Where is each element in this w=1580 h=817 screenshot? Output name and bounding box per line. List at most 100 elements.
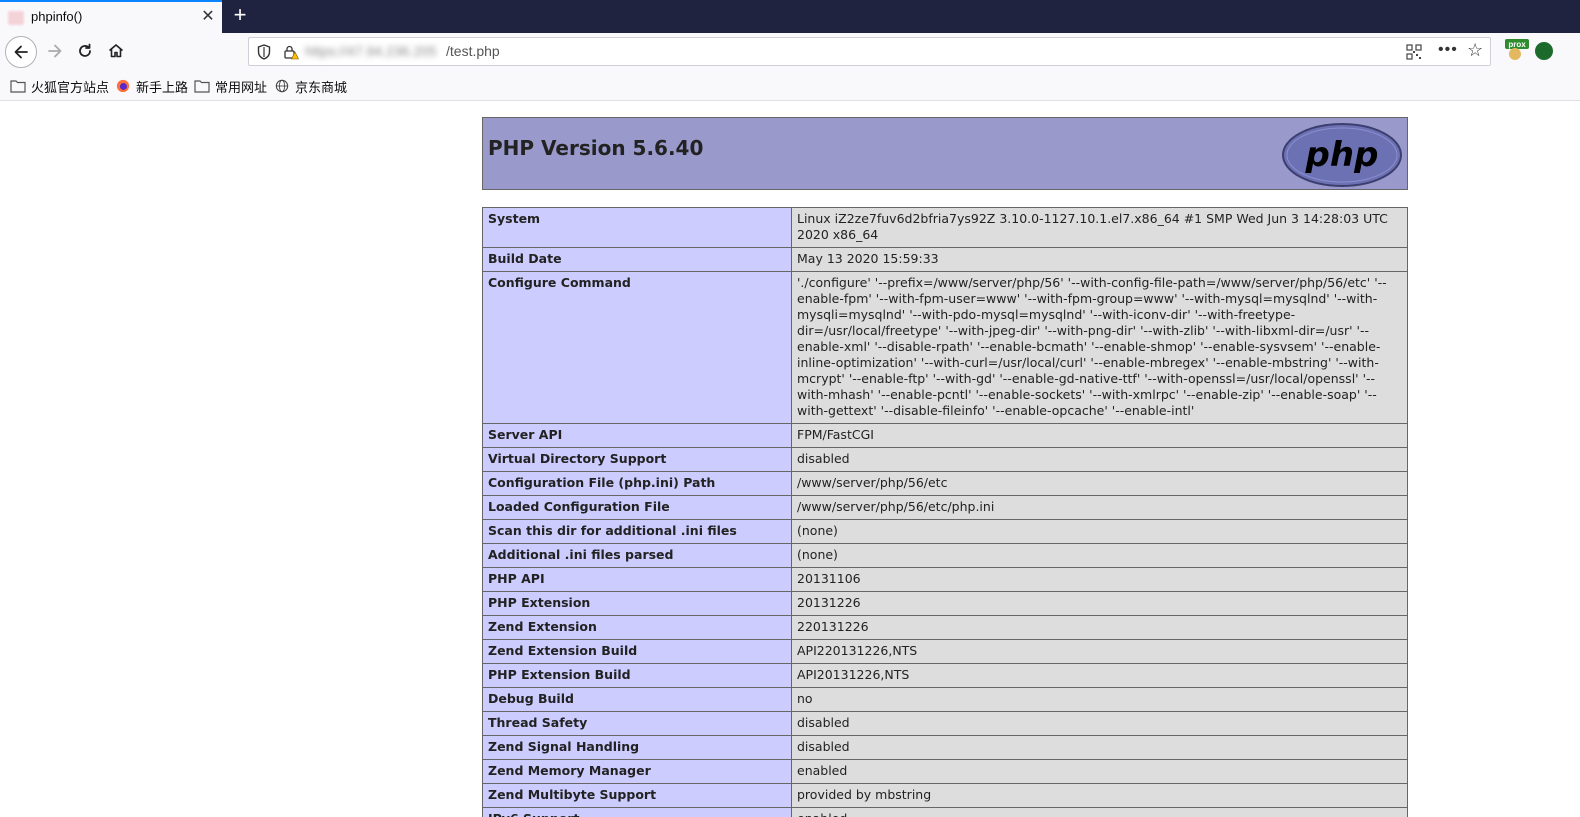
row-key: Thread Safety	[482, 711, 792, 736]
row-key: Zend Extension	[482, 615, 792, 640]
url-host: https://47.94.236.205	[305, 43, 437, 59]
row-key: Zend Extension Build	[482, 639, 792, 664]
php-info-table: System Linux iZ2ze7fuv6d2bfria7ys92Z 3.10…	[482, 207, 1408, 817]
row-key: Scan this dir for additional .ini files	[482, 519, 792, 544]
tracking-shield-icon[interactable]	[257, 44, 271, 60]
url-path: /test.php	[446, 43, 500, 59]
back-button[interactable]	[5, 36, 37, 68]
row-value: disabled	[791, 735, 1408, 760]
row-value: 20131226	[791, 591, 1408, 616]
row-key: Loaded Configuration File	[482, 495, 792, 520]
forward-arrow-icon	[48, 44, 62, 58]
insecure-lock-icon[interactable]	[283, 44, 299, 60]
row-key: PHP Extension	[482, 591, 792, 616]
green-extension-icon[interactable]	[1535, 42, 1553, 60]
page-actions-more-icon[interactable]: •••	[1438, 41, 1458, 59]
table-row: Zend Memory Manager enabled	[482, 759, 1408, 784]
bookmark-label: 常用网址	[215, 79, 268, 95]
bookmark-item[interactable]: 新手上路	[115, 77, 188, 95]
row-value: './configure' '--prefix=/www/server/php/…	[791, 271, 1408, 424]
row-value: Linux iZ2ze7fuv6d2bfria7ys92Z 3.10.0-112…	[791, 207, 1408, 248]
row-value: enabled	[791, 807, 1408, 817]
row-key: Server API	[482, 423, 792, 448]
table-row: Scan this dir for additional .ini files(…	[482, 519, 1408, 544]
row-key: Zend Multibyte Support	[482, 783, 792, 808]
row-value: enabled	[791, 759, 1408, 784]
table-row: PHP Extension Build API20131226,NTS	[482, 663, 1408, 688]
page-content: PHP Version 5.6.40 php System Linux iZ2ze…	[0, 101, 1580, 817]
folder-icon	[10, 80, 26, 93]
row-key: Configuration File (php.ini) Path	[482, 471, 792, 496]
tab-close-icon[interactable]: ✕	[198, 7, 218, 27]
bookmark-item[interactable]: 常用网址	[194, 77, 267, 95]
table-row: System Linux iZ2ze7fuv6d2bfria7ys92Z 3.10…	[482, 207, 1408, 248]
table-row: Configure Command './configure' '--prefix…	[482, 271, 1408, 424]
table-row: Zend Signal Handling disabled	[482, 735, 1408, 760]
reload-icon	[79, 43, 91, 57]
row-value: 220131226	[791, 615, 1408, 640]
bookmark-label: 火狐官方站点	[31, 79, 110, 95]
row-key: Zend Memory Manager	[482, 759, 792, 784]
row-key: Zend Signal Handling	[482, 735, 792, 760]
table-row: Configuration File (php.ini) Path/www/se…	[482, 471, 1408, 496]
bookmark-item[interactable]: 火狐官方站点	[10, 77, 109, 95]
row-key: Debug Build	[482, 687, 792, 712]
table-row: PHP Extension 20131226	[482, 591, 1408, 616]
bookmarks-toolbar: 火狐官方站点 新手上路 常用网址 京东商城	[0, 71, 1580, 101]
table-row: Virtual Directory Support disabled	[482, 447, 1408, 472]
bookmark-star-icon[interactable]: ☆	[1467, 40, 1483, 61]
page-title: PHP Version 5.6.40	[488, 136, 704, 160]
row-value: (none)	[791, 543, 1408, 568]
qr-code-icon[interactable]	[1406, 44, 1422, 60]
row-key: Build Date	[482, 247, 792, 272]
php-header: PHP Version 5.6.40 php	[482, 117, 1408, 190]
tab-title: phpinfo()	[31, 9, 83, 24]
tab-favicon-icon	[8, 11, 24, 25]
row-key: Configure Command	[482, 271, 792, 424]
row-value: /www/server/php/56/etc	[791, 471, 1408, 496]
row-value: (none)	[791, 519, 1408, 544]
table-row: Debug Build no	[482, 687, 1408, 712]
row-value: no	[791, 687, 1408, 712]
table-row: Additional .ini files parsed (none)	[482, 543, 1408, 568]
row-value: 20131106	[791, 567, 1408, 592]
table-row: Thread Safety disabled	[482, 711, 1408, 736]
php-logo-text: php	[1305, 135, 1379, 175]
row-value: May 13 2020 15:59:33	[791, 247, 1408, 272]
table-row: PHP API 20131106	[482, 567, 1408, 592]
globe-icon	[275, 79, 289, 93]
firefox-icon	[116, 79, 130, 93]
home-button[interactable]	[101, 36, 131, 66]
tab-strip: phpinfo() ✕ +	[0, 0, 1580, 33]
table-row: Build Date May 13 2020 15:59:33	[482, 247, 1408, 272]
proxy-extension-icon[interactable]: prox	[1505, 39, 1529, 61]
forward-button[interactable]	[40, 36, 70, 66]
new-tab-button[interactable]: +	[229, 4, 251, 26]
bookmark-label: 京东商城	[295, 79, 348, 95]
table-row: Zend Multibyte Support provided by mbstri…	[482, 783, 1408, 808]
row-value: disabled	[791, 711, 1408, 736]
table-row: Loaded Configuration File/www/server/php…	[482, 495, 1408, 520]
nav-toolbar: https://47.94.236.205 /test.php ••• ☆ pr…	[0, 33, 1580, 71]
row-value: disabled	[791, 447, 1408, 472]
php-logo[interactable]: php	[1281, 122, 1403, 188]
folder-icon	[194, 80, 210, 93]
table-row: Zend Extension Build API220131226,NTS	[482, 639, 1408, 664]
row-key: IPv6 Support	[482, 807, 792, 817]
table-row: Server API FPM/FastCGI	[482, 423, 1408, 448]
url-bar[interactable]: https://47.94.236.205 /test.php ••• ☆	[248, 37, 1491, 66]
tab-phpinfo[interactable]: phpinfo() ✕	[0, 0, 222, 33]
table-row: IPv6 Supportenabled	[482, 807, 1408, 817]
row-value: provided by mbstring	[791, 783, 1408, 808]
home-icon	[108, 44, 124, 58]
row-value: API220131226,NTS	[791, 639, 1408, 664]
proxy-extension-label: prox	[1508, 40, 1526, 49]
row-key: Virtual Directory Support	[482, 447, 792, 472]
row-value: FPM/FastCGI	[791, 423, 1408, 448]
bookmark-item[interactable]: 京东商城	[274, 77, 347, 95]
table-row: Zend Extension 220131226	[482, 615, 1408, 640]
row-value: /www/server/php/56/etc/php.ini	[791, 495, 1408, 520]
row-key: System	[482, 207, 792, 248]
row-key: PHP Extension Build	[482, 663, 792, 688]
reload-button[interactable]	[70, 36, 100, 66]
